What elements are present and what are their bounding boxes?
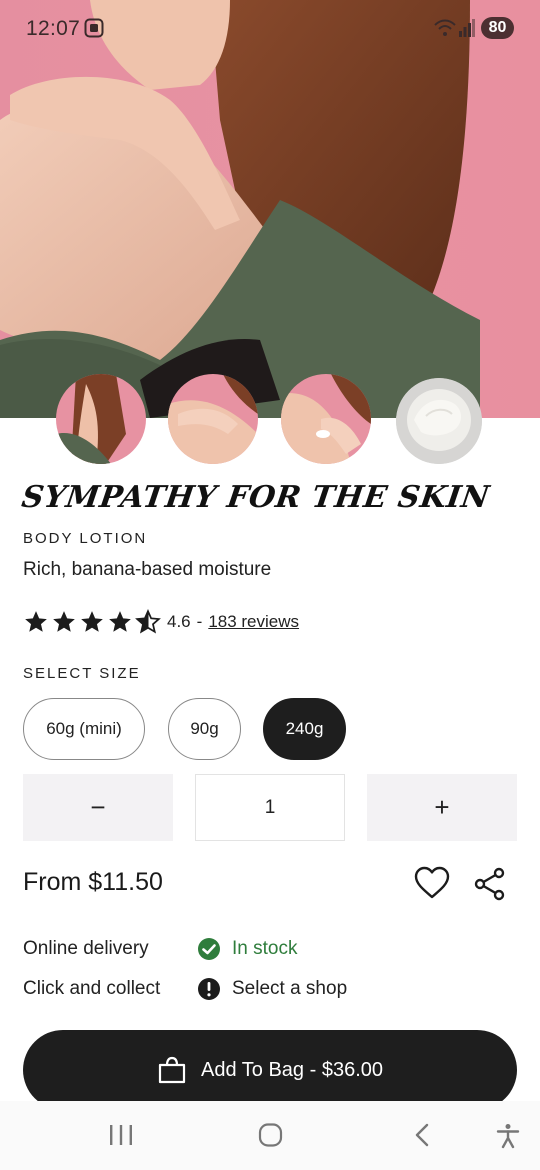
gallery-thumbnails [0,372,540,464]
select-shop-link[interactable]: Select a shop [232,978,347,1000]
system-navigation-bar [0,1101,540,1170]
star-icon [53,611,75,632]
model-thumbnail-2[interactable] [168,374,258,464]
status-bar: 12:07 80 [0,0,540,56]
shopping-bag-icon [158,1056,186,1084]
rating-stars [23,609,161,635]
size-option-60g[interactable]: 60g (mini) [23,698,145,760]
size-option-240g[interactable]: 240g [263,698,346,760]
back-icon[interactable] [412,1123,432,1147]
exclamation-circle-icon [198,978,220,1000]
home-icon[interactable] [258,1123,284,1147]
model-thumbnail-1[interactable] [56,374,146,464]
star-icon [25,611,47,632]
recent-apps-icon[interactable] [108,1123,134,1147]
product-category: BODY LOTION [23,530,148,547]
quantity-field[interactable]: 1 [195,774,345,841]
screenshot-icon [84,18,104,38]
rating-separator: - [196,612,203,631]
accessibility-icon[interactable] [496,1123,520,1149]
model-thumbnail-3[interactable] [281,374,371,464]
wishlist-heart-icon[interactable] [414,866,450,900]
battery-icon: 80 [481,17,514,39]
size-option-90g[interactable]: 90g [168,698,241,760]
click-and-collect-row: Click and collect Select a shop [23,975,347,1003]
rating-row: 4.6 - 183 reviews [23,609,299,635]
quantity-increase-button[interactable]: + [367,774,517,841]
click-and-collect-label: Click and collect [23,978,161,999]
star-icon [81,611,103,632]
rating-score: 4.6 [167,612,191,631]
product-price: From $11.50 [23,868,163,896]
online-delivery-label: Online delivery [23,938,149,959]
share-icon[interactable] [474,867,506,901]
select-size-label: SELECT SIZE [23,665,141,682]
half-star-icon [135,609,161,634]
product-title: SYMPATHY FOR THE SKIN [19,480,492,515]
online-delivery-row: Online delivery In stock [23,935,297,963]
wifi-icon [434,19,456,36]
check-circle-icon [198,938,220,960]
in-stock-status: In stock [232,938,298,959]
add-to-bag-label: Add To Bag - $36.00 [201,1058,383,1081]
product-tagline: Rich, banana-based moisture [23,559,272,580]
signal-icon [459,19,475,37]
add-to-bag-button[interactable]: Add To Bag - $36.00 [23,1030,517,1110]
product-hero-image[interactable] [0,0,540,418]
star-icon [109,611,131,632]
reviews-link[interactable]: 183 reviews [208,612,299,632]
product-pot-thumbnail[interactable] [396,378,482,464]
status-time: 12:07 [26,17,81,40]
quantity-decrease-button[interactable]: − [23,774,173,841]
